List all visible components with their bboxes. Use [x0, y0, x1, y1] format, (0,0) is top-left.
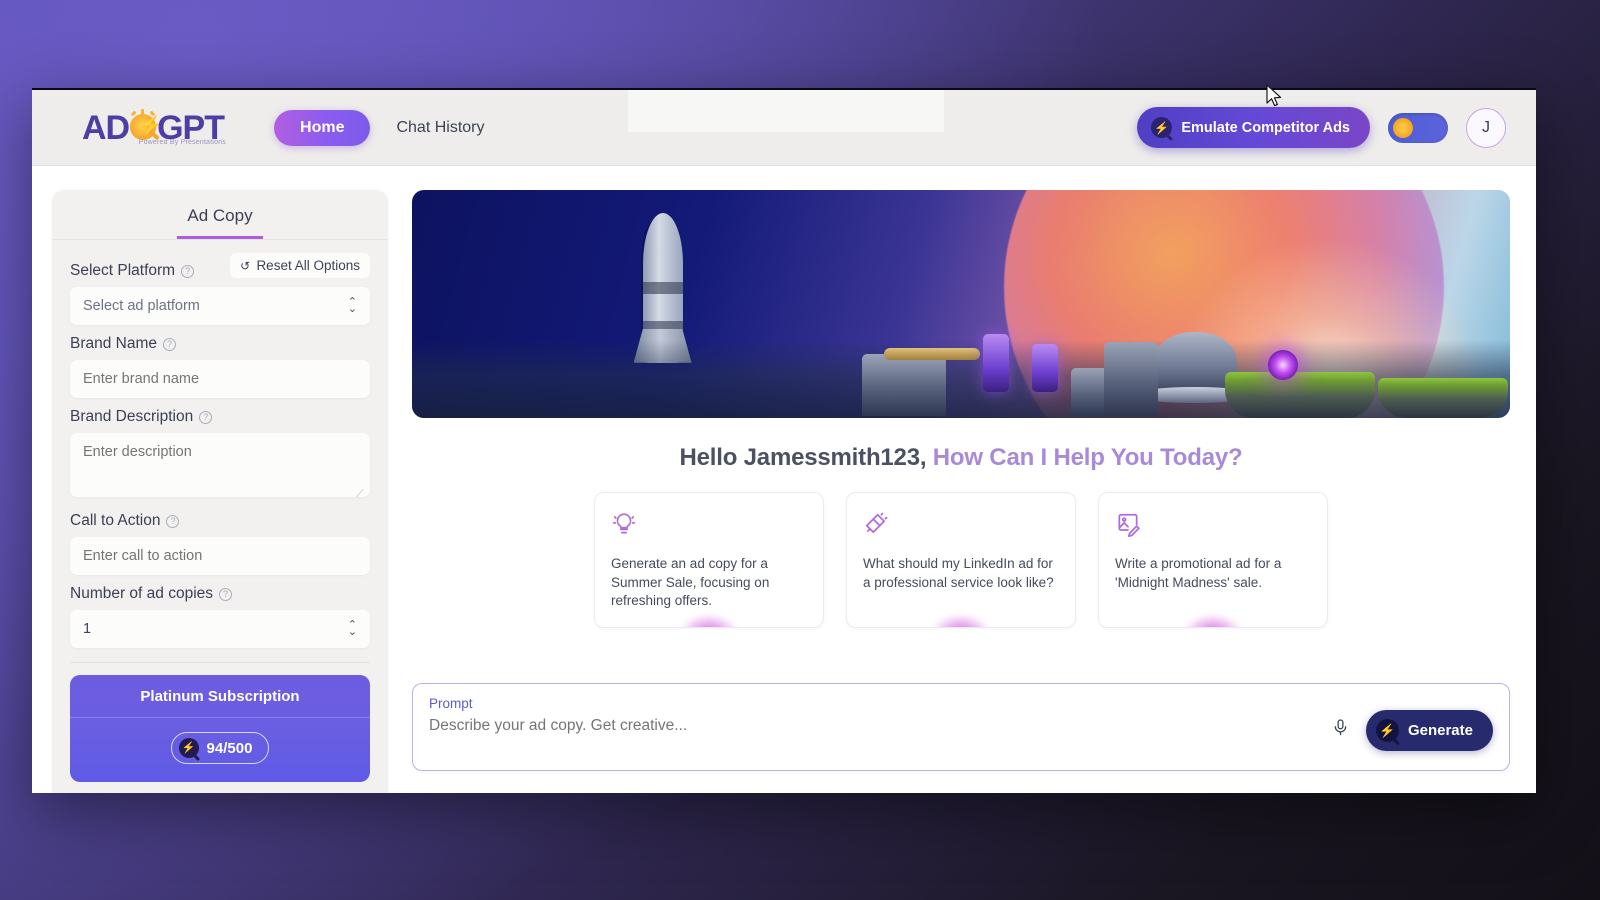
topbar-overlay — [628, 90, 944, 132]
help-icon[interactable]: ? — [163, 337, 177, 351]
suggestion-card[interactable]: Generate an ad copy for a Summer Sale, f… — [594, 492, 824, 628]
suggestion-cards: Generate an ad copy for a Summer Sale, f… — [412, 492, 1510, 628]
prompt-area: Prompt ⚡ Generate — [412, 683, 1510, 793]
bolt-search-icon: ⚡ — [1375, 719, 1399, 742]
hero-banner — [412, 190, 1510, 418]
sidebar-tabs: Ad Copy — [52, 190, 388, 240]
prompt-input[interactable] — [429, 715, 1331, 737]
microphone-icon[interactable] — [1331, 718, 1350, 743]
generate-button-label: Generate — [1407, 722, 1473, 739]
brand-name-input[interactable] — [70, 360, 370, 398]
suggestion-text: What should my LinkedIn ad for a profess… — [863, 556, 1054, 590]
select-platform-dropdown[interactable]: Select ad platform ⌃ ⌄ — [70, 287, 370, 325]
brand-description-textarea[interactable] — [70, 433, 370, 497]
app-body: Ad Copy ↻ Reset All Options Select Platf… — [32, 166, 1536, 793]
credit-count: 94/500 — [206, 739, 253, 757]
main-content: Hello Jamessmith123, How Can I Help You … — [388, 166, 1536, 793]
reset-icon: ↻ — [240, 258, 251, 273]
subscription-card[interactable]: Platinum Subscription ⚡ 94/500 — [70, 675, 370, 782]
greeting-question: How Can I Help You Today? — [932, 444, 1243, 471]
suggestion-text: Write a promotional ad for a 'Midnight M… — [1115, 556, 1282, 590]
prompt-input-group: Prompt — [429, 696, 1331, 737]
prompt-actions: ⚡ Generate — [1331, 696, 1493, 751]
help-icon[interactable]: ? — [166, 514, 180, 528]
suggestion-card[interactable]: Write a promotional ad for a 'Midnight M… — [1098, 492, 1328, 628]
megaphone-icon — [863, 511, 1059, 541]
subscription-body: ⚡ 94/500 — [70, 718, 370, 782]
field-call-to-action: Call to Action ? — [70, 512, 370, 575]
logo-tagline: Powered By Presentations — [138, 138, 227, 146]
chevron-updown-icon: ⌃ ⌄ — [347, 296, 357, 315]
sidebar-divider — [70, 662, 370, 663]
label-brand-name: Brand Name ? — [70, 335, 370, 353]
label-call-to-action: Call to Action ? — [70, 512, 370, 530]
page-title: Hello Jamessmith123, How Can I Help You … — [412, 444, 1510, 472]
field-brand-description: Brand Description ? ⟋ — [70, 408, 370, 502]
emulate-button-label: Emulate Competitor Ads — [1181, 119, 1350, 136]
brand-description-wrapper: ⟋ — [70, 433, 370, 502]
label-number-of-ad-copies: Number of ad copies ? — [70, 585, 370, 603]
reset-all-options-button[interactable]: ↻ Reset All Options — [230, 253, 370, 278]
topbar-actions: ⚡ Emulate Competitor Ads J — [1137, 107, 1506, 148]
number-of-ad-copies-stepper[interactable]: 1 ⌃ ⌄ — [70, 610, 370, 648]
tower-graphic — [1103, 342, 1158, 416]
lightbulb-icon — [611, 511, 807, 541]
floating-island-2 — [1378, 378, 1509, 418]
sidebar-form: ↻ Reset All Options Select Platform ? Se… — [52, 240, 388, 793]
greeting-name: Hello Jamessmith123, — [679, 444, 927, 471]
call-to-action-input[interactable] — [70, 537, 370, 575]
energy-tank-2 — [1032, 344, 1059, 392]
image-edit-icon — [1115, 511, 1311, 541]
app-logo[interactable]: AD ⚡ GPT Powered By Presentations — [82, 108, 227, 147]
floating-island-1 — [1224, 372, 1375, 418]
sidebar-panel: Ad Copy ↻ Reset All Options Select Platf… — [52, 190, 388, 793]
ad-copies-value: 1 — [83, 621, 92, 637]
main-nav: Home Chat History — [274, 109, 502, 146]
station-block-1 — [862, 354, 947, 416]
theme-toggle[interactable] — [1388, 112, 1448, 143]
help-icon[interactable]: ? — [181, 264, 195, 278]
generate-button[interactable]: ⚡ Generate — [1365, 710, 1493, 751]
emulate-competitor-ads-button[interactable]: ⚡ Emulate Competitor Ads — [1137, 107, 1370, 148]
chevron-updown-icon[interactable]: ⌃ ⌄ — [348, 620, 357, 638]
field-number-of-ad-copies: Number of ad copies ? 1 ⌃ ⌄ — [70, 585, 370, 648]
top-bar: AD ⚡ GPT Powered By Presentations Home C… — [32, 90, 1536, 166]
credit-badge: ⚡ 94/500 — [170, 732, 270, 764]
pipe-graphic — [884, 348, 981, 360]
suggestion-text: Generate an ad copy for a Summer Sale, f… — [611, 556, 770, 609]
avatar[interactable]: J — [1466, 107, 1506, 148]
nav-item-home[interactable]: Home — [274, 109, 371, 146]
reset-button-label: Reset All Options — [256, 258, 360, 273]
field-brand-name: Brand Name ? — [70, 335, 370, 398]
app-window: AD ⚡ GPT Powered By Presentations Home C… — [32, 88, 1536, 793]
nav-item-chat-history[interactable]: Chat History — [378, 110, 502, 146]
logo-text-left: AD — [82, 108, 130, 147]
prompt-label: Prompt — [429, 696, 473, 711]
credit-coin-icon: ⚡ — [178, 738, 199, 758]
prompt-box[interactable]: Prompt ⚡ Generate — [412, 683, 1510, 771]
suggestion-card[interactable]: What should my LinkedIn ad for a profess… — [846, 492, 1076, 628]
label-brand-description: Brand Description ? — [70, 408, 370, 426]
help-icon[interactable]: ? — [219, 587, 233, 601]
energy-tank-1 — [982, 334, 1009, 392]
select-platform-value: Select ad platform — [83, 298, 200, 314]
bolt-search-icon: ⚡ — [1151, 117, 1173, 138]
sun-icon — [1393, 117, 1413, 138]
help-icon[interactable]: ? — [199, 410, 213, 424]
subscription-title: Platinum Subscription — [70, 675, 370, 718]
tab-ad-copy[interactable]: Ad Copy — [177, 202, 263, 239]
